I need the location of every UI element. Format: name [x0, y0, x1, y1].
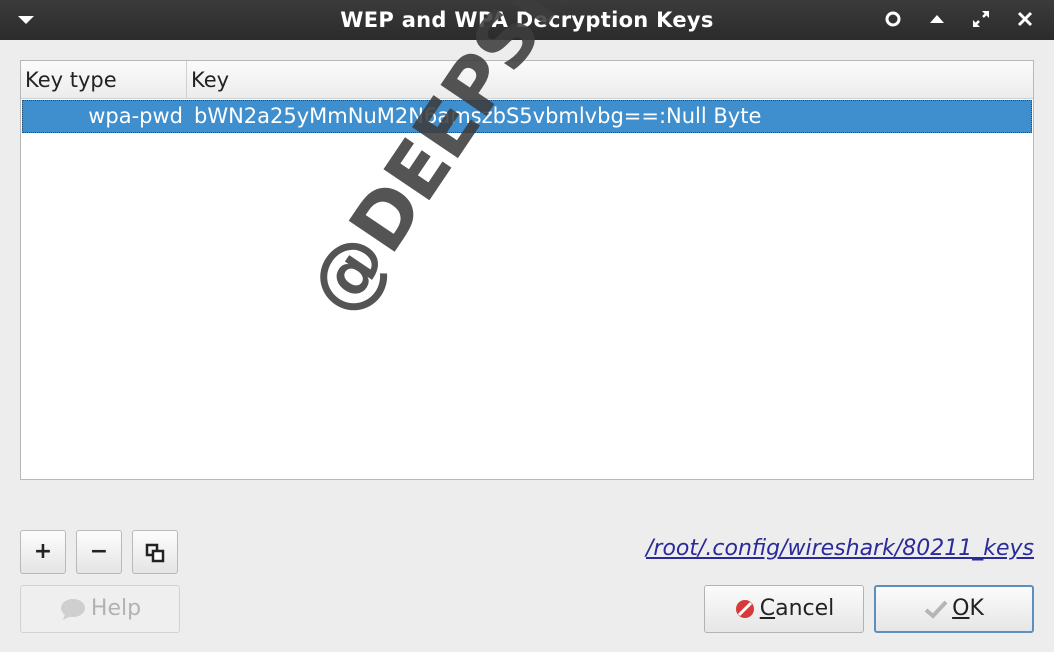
keys-table[interactable]: Key type Key wpa-pwd bWN2a25yMmNuM2N6ams… [20, 60, 1034, 480]
add-key-button[interactable]: + [20, 530, 66, 574]
key-value-cell[interactable]: bWN2a25yMmNuM2N6amszbS5vbmlvbg==:Null By… [194, 101, 1031, 132]
cancel-icon [735, 600, 754, 618]
ok-mnemonic: O [952, 596, 970, 621]
cancel-label-rest: ancel [775, 596, 835, 621]
column-header-key[interactable]: Key [188, 61, 1033, 99]
maximize-icon[interactable] [970, 8, 992, 30]
help-label: Help [90, 596, 142, 621]
copy-icon [145, 543, 165, 563]
title-bar: WEP and WPA Decryption Keys [0, 0, 1054, 40]
help-speech-bubble-icon [60, 599, 85, 620]
copy-key-button[interactable] [132, 530, 178, 574]
column-header-key-type[interactable]: Key type [21, 61, 187, 99]
key-type-cell[interactable]: wpa-pwd [23, 101, 185, 132]
keys-file-path-link[interactable]: /root/.config/wireshark/80211_keys [646, 536, 1034, 561]
close-icon[interactable] [1014, 8, 1036, 30]
table-row[interactable]: wpa-pwd bWN2a25yMmNuM2N6amszbS5vbmlvbg==… [22, 100, 1032, 133]
sticky-icon[interactable] [882, 8, 904, 30]
cancel-mnemonic: C [759, 596, 776, 621]
ok-label-rest: K [969, 596, 984, 621]
remove-key-button[interactable]: − [76, 530, 122, 574]
cancel-button[interactable]: Cancel [704, 585, 864, 633]
help-button[interactable]: Help [20, 585, 180, 633]
ok-button[interactable]: OK [874, 585, 1034, 633]
table-header: Key type Key [21, 61, 1033, 99]
shade-icon[interactable] [926, 8, 948, 30]
checkmark-icon [924, 600, 948, 619]
